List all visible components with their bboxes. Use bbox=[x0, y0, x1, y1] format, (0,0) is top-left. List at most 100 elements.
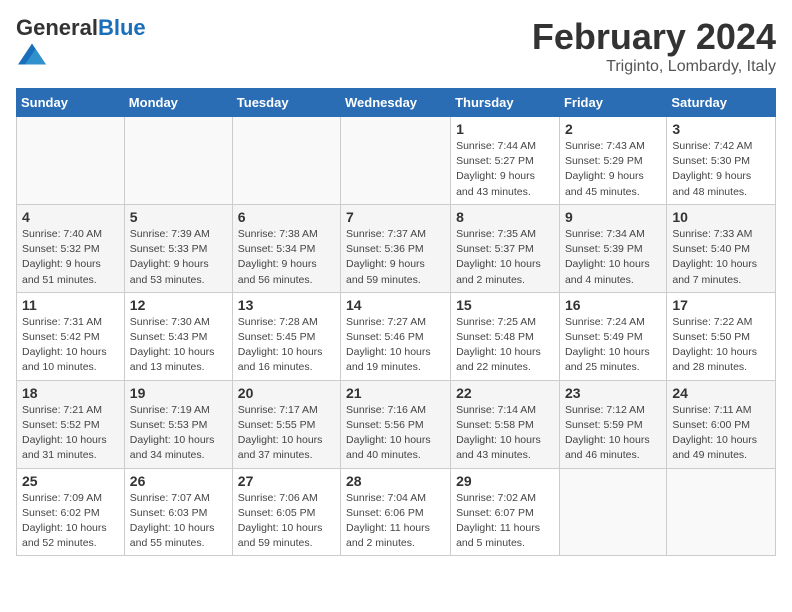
day-info: Sunrise: 7:17 AM Sunset: 5:55 PM Dayligh… bbox=[238, 403, 335, 464]
day-number: 7 bbox=[346, 209, 445, 225]
page-header: GeneralBlue February 2024 Triginto, Lomb… bbox=[16, 16, 776, 76]
week-row-3: 18 Sunrise: 7:21 AM Sunset: 5:52 PM Dayli… bbox=[17, 380, 776, 468]
calendar-cell: 2 Sunrise: 7:43 AM Sunset: 5:29 PM Daylig… bbox=[559, 117, 666, 205]
logo-icon bbox=[18, 40, 46, 68]
calendar-cell: 28Sunrise: 7:04 AM Sunset: 6:06 PM Dayli… bbox=[341, 468, 451, 556]
day-info: Sunrise: 7:07 AM Sunset: 6:03 PM Dayligh… bbox=[130, 491, 227, 552]
day-info: Sunrise: 7:42 AM Sunset: 5:30 PM Dayligh… bbox=[672, 139, 770, 200]
day-info: Sunrise: 7:34 AM Sunset: 5:39 PM Dayligh… bbox=[565, 227, 661, 288]
day-info: Sunrise: 7:43 AM Sunset: 5:29 PM Dayligh… bbox=[565, 139, 661, 200]
day-number: 2 bbox=[565, 121, 661, 137]
day-info: Sunrise: 7:04 AM Sunset: 6:06 PM Dayligh… bbox=[346, 491, 445, 552]
week-row-1: 4Sunrise: 7:40 AM Sunset: 5:32 PM Daylig… bbox=[17, 204, 776, 292]
day-info: Sunrise: 7:37 AM Sunset: 5:36 PM Dayligh… bbox=[346, 227, 445, 288]
calendar-cell: 15 Sunrise: 7:25 AM Sunset: 5:48 PM Dayli… bbox=[451, 292, 560, 380]
calendar-cell: 29 Sunrise: 7:02 AM Sunset: 6:07 PM Dayli… bbox=[451, 468, 560, 556]
header-monday: Monday bbox=[124, 89, 232, 117]
header-tuesday: Tuesday bbox=[232, 89, 340, 117]
day-number: 3 bbox=[672, 121, 770, 137]
calendar-cell: 16 Sunrise: 7:24 AM Sunset: 5:49 PM Dayli… bbox=[559, 292, 666, 380]
day-number: 13 bbox=[238, 297, 335, 313]
calendar-cell bbox=[124, 117, 232, 205]
day-info: Sunrise: 7:24 AM Sunset: 5:49 PM Dayligh… bbox=[565, 315, 661, 376]
day-number: 18 bbox=[22, 385, 119, 401]
calendar-cell: 20 Sunrise: 7:17 AM Sunset: 5:55 PM Dayli… bbox=[232, 380, 340, 468]
week-row-4: 25 Sunrise: 7:09 AM Sunset: 6:02 PM Dayli… bbox=[17, 468, 776, 556]
day-info: Sunrise: 7:28 AM Sunset: 5:45 PM Dayligh… bbox=[238, 315, 335, 376]
day-number: 10 bbox=[672, 209, 770, 225]
calendar-cell: 27 Sunrise: 7:06 AM Sunset: 6:05 PM Dayli… bbox=[232, 468, 340, 556]
header-saturday: Saturday bbox=[667, 89, 776, 117]
calendar-cell: 14Sunrise: 7:27 AM Sunset: 5:46 PM Dayli… bbox=[341, 292, 451, 380]
main-title: February 2024 bbox=[532, 16, 776, 58]
day-info: Sunrise: 7:09 AM Sunset: 6:02 PM Dayligh… bbox=[22, 491, 119, 552]
calendar-cell: 7 Sunrise: 7:37 AM Sunset: 5:36 PM Daylig… bbox=[341, 204, 451, 292]
calendar-cell: 6Sunrise: 7:38 AM Sunset: 5:34 PM Daylig… bbox=[232, 204, 340, 292]
location-subtitle: Triginto, Lombardy, Italy bbox=[532, 58, 776, 76]
day-info: Sunrise: 7:35 AM Sunset: 5:37 PM Dayligh… bbox=[456, 227, 554, 288]
day-number: 11 bbox=[22, 297, 119, 313]
header-thursday: Thursday bbox=[451, 89, 560, 117]
day-number: 17 bbox=[672, 297, 770, 313]
logo: GeneralBlue bbox=[16, 16, 146, 73]
day-number: 1 bbox=[456, 121, 554, 137]
day-info: Sunrise: 7:30 AM Sunset: 5:43 PM Dayligh… bbox=[130, 315, 227, 376]
day-info: Sunrise: 7:31 AM Sunset: 5:42 PM Dayligh… bbox=[22, 315, 119, 376]
day-info: Sunrise: 7:21 AM Sunset: 5:52 PM Dayligh… bbox=[22, 403, 119, 464]
day-number: 23 bbox=[565, 385, 661, 401]
calendar-cell: 25 Sunrise: 7:09 AM Sunset: 6:02 PM Dayli… bbox=[17, 468, 125, 556]
calendar-cell: 10 Sunrise: 7:33 AM Sunset: 5:40 PM Dayli… bbox=[667, 204, 776, 292]
day-number: 27 bbox=[238, 473, 335, 489]
day-number: 19 bbox=[130, 385, 227, 401]
day-info: Sunrise: 7:27 AM Sunset: 5:46 PM Dayligh… bbox=[346, 315, 445, 376]
calendar-cell bbox=[232, 117, 340, 205]
calendar-header: SundayMondayTuesdayWednesdayThursdayFrid… bbox=[17, 89, 776, 117]
calendar-cell: 4Sunrise: 7:40 AM Sunset: 5:32 PM Daylig… bbox=[17, 204, 125, 292]
calendar-cell bbox=[17, 117, 125, 205]
day-info: Sunrise: 7:14 AM Sunset: 5:58 PM Dayligh… bbox=[456, 403, 554, 464]
day-number: 5 bbox=[130, 209, 227, 225]
calendar-cell bbox=[341, 117, 451, 205]
header-wednesday: Wednesday bbox=[341, 89, 451, 117]
day-number: 26 bbox=[130, 473, 227, 489]
logo-general-text: General bbox=[16, 15, 98, 40]
day-info: Sunrise: 7:06 AM Sunset: 6:05 PM Dayligh… bbox=[238, 491, 335, 552]
day-info: Sunrise: 7:44 AM Sunset: 5:27 PM Dayligh… bbox=[456, 139, 554, 200]
day-info: Sunrise: 7:39 AM Sunset: 5:33 PM Dayligh… bbox=[130, 227, 227, 288]
week-row-2: 11 Sunrise: 7:31 AM Sunset: 5:42 PM Dayli… bbox=[17, 292, 776, 380]
header-friday: Friday bbox=[559, 89, 666, 117]
day-info: Sunrise: 7:11 AM Sunset: 6:00 PM Dayligh… bbox=[672, 403, 770, 464]
day-number: 25 bbox=[22, 473, 119, 489]
calendar-cell: 19Sunrise: 7:19 AM Sunset: 5:53 PM Dayli… bbox=[124, 380, 232, 468]
calendar-cell: 17 Sunrise: 7:22 AM Sunset: 5:50 PM Dayli… bbox=[667, 292, 776, 380]
day-number: 6 bbox=[238, 209, 335, 225]
day-number: 22 bbox=[456, 385, 554, 401]
day-info: Sunrise: 7:22 AM Sunset: 5:50 PM Dayligh… bbox=[672, 315, 770, 376]
calendar-cell: 11 Sunrise: 7:31 AM Sunset: 5:42 PM Dayli… bbox=[17, 292, 125, 380]
calendar-cell: 9 Sunrise: 7:34 AM Sunset: 5:39 PM Daylig… bbox=[559, 204, 666, 292]
header-sunday: Sunday bbox=[17, 89, 125, 117]
calendar-cell: 5 Sunrise: 7:39 AM Sunset: 5:33 PM Daylig… bbox=[124, 204, 232, 292]
day-info: Sunrise: 7:33 AM Sunset: 5:40 PM Dayligh… bbox=[672, 227, 770, 288]
calendar-cell: 1 Sunrise: 7:44 AM Sunset: 5:27 PM Daylig… bbox=[451, 117, 560, 205]
day-info: Sunrise: 7:02 AM Sunset: 6:07 PM Dayligh… bbox=[456, 491, 554, 552]
calendar-cell: 18 Sunrise: 7:21 AM Sunset: 5:52 PM Dayli… bbox=[17, 380, 125, 468]
calendar-cell: 23Sunrise: 7:12 AM Sunset: 5:59 PM Dayli… bbox=[559, 380, 666, 468]
calendar-cell: 13 Sunrise: 7:28 AM Sunset: 5:45 PM Dayli… bbox=[232, 292, 340, 380]
calendar-cell: 26 Sunrise: 7:07 AM Sunset: 6:03 PM Dayli… bbox=[124, 468, 232, 556]
day-number: 20 bbox=[238, 385, 335, 401]
week-row-0: 1 Sunrise: 7:44 AM Sunset: 5:27 PM Daylig… bbox=[17, 117, 776, 205]
day-number: 24 bbox=[672, 385, 770, 401]
day-number: 9 bbox=[565, 209, 661, 225]
calendar-cell: 8Sunrise: 7:35 AM Sunset: 5:37 PM Daylig… bbox=[451, 204, 560, 292]
day-number: 29 bbox=[456, 473, 554, 489]
day-number: 15 bbox=[456, 297, 554, 313]
day-info: Sunrise: 7:16 AM Sunset: 5:56 PM Dayligh… bbox=[346, 403, 445, 464]
calendar-table: SundayMondayTuesdayWednesdayThursdayFrid… bbox=[16, 88, 776, 556]
calendar-cell: 3 Sunrise: 7:42 AM Sunset: 5:30 PM Daylig… bbox=[667, 117, 776, 205]
day-info: Sunrise: 7:40 AM Sunset: 5:32 PM Dayligh… bbox=[22, 227, 119, 288]
day-info: Sunrise: 7:25 AM Sunset: 5:48 PM Dayligh… bbox=[456, 315, 554, 376]
calendar-cell: 22 Sunrise: 7:14 AM Sunset: 5:58 PM Dayli… bbox=[451, 380, 560, 468]
day-number: 12 bbox=[130, 297, 227, 313]
day-number: 16 bbox=[565, 297, 661, 313]
